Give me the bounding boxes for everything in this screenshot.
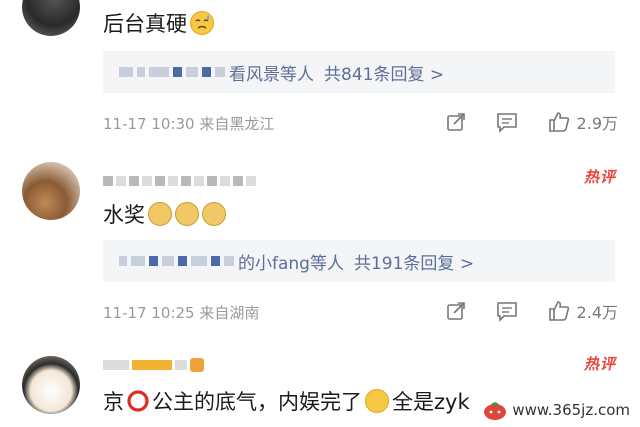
comment-text: 后台真硬 bbox=[103, 8, 214, 38]
like-button[interactable]: 2.9万 bbox=[547, 110, 618, 134]
comment-meta: 11-17 10:30 来自黑龙江 bbox=[103, 115, 275, 133]
comment-actions: 2.4万 bbox=[445, 299, 618, 323]
reply-button[interactable] bbox=[495, 111, 519, 133]
comment-icon bbox=[496, 302, 517, 322]
like-count: 2.4万 bbox=[576, 303, 618, 322]
comment-text: 水奖 bbox=[103, 199, 226, 229]
share-button[interactable] bbox=[445, 111, 467, 133]
comment-actions: 2.9万 bbox=[445, 110, 618, 134]
reply-names: 的小fang等人 bbox=[238, 253, 344, 274]
thumbs-up-icon bbox=[548, 112, 569, 132]
reply-preview[interactable]: 的小fang等人 共191条回复 > bbox=[103, 240, 615, 282]
comment-meta: 11-17 10:25 来自湖南 bbox=[103, 304, 260, 322]
doge-emoji bbox=[175, 202, 199, 226]
thumbs-up-icon bbox=[548, 301, 569, 321]
reply-count-link[interactable]: 共841条回复 > bbox=[324, 60, 444, 85]
hot-comment-badge: 热评 bbox=[583, 168, 616, 186]
like-button[interactable]: 2.4万 bbox=[547, 299, 618, 323]
avatar[interactable] bbox=[22, 356, 80, 414]
avatar[interactable] bbox=[22, 0, 80, 36]
reply-names: 看风景等人 bbox=[229, 64, 314, 85]
username[interactable] bbox=[103, 355, 204, 375]
cold-sweat-emoji bbox=[190, 11, 214, 35]
site-watermark: www.365jz.com bbox=[482, 399, 630, 421]
comment-text: 京 公主的底气，内娱完了 全是zyk bbox=[103, 389, 470, 414]
share-icon bbox=[446, 302, 465, 320]
hot-comment-badge: 热评 bbox=[583, 355, 616, 373]
red-circle-icon bbox=[127, 390, 149, 412]
doge-emoji bbox=[202, 202, 226, 226]
reply-button[interactable] bbox=[495, 300, 519, 322]
doge-emoji bbox=[148, 202, 172, 226]
like-count: 2.9万 bbox=[576, 114, 618, 133]
reply-count-link[interactable]: 共191条回复 > bbox=[354, 249, 474, 274]
crying-laughing-emoji bbox=[365, 389, 389, 413]
share-button[interactable] bbox=[445, 300, 467, 322]
username[interactable] bbox=[103, 171, 256, 191]
reply-preview[interactable]: 看风景等人 共841条回复 > bbox=[103, 51, 615, 93]
avatar[interactable] bbox=[22, 162, 80, 220]
share-icon bbox=[446, 113, 465, 131]
tomato-logo-icon bbox=[484, 402, 507, 420]
comment-icon bbox=[496, 113, 517, 133]
